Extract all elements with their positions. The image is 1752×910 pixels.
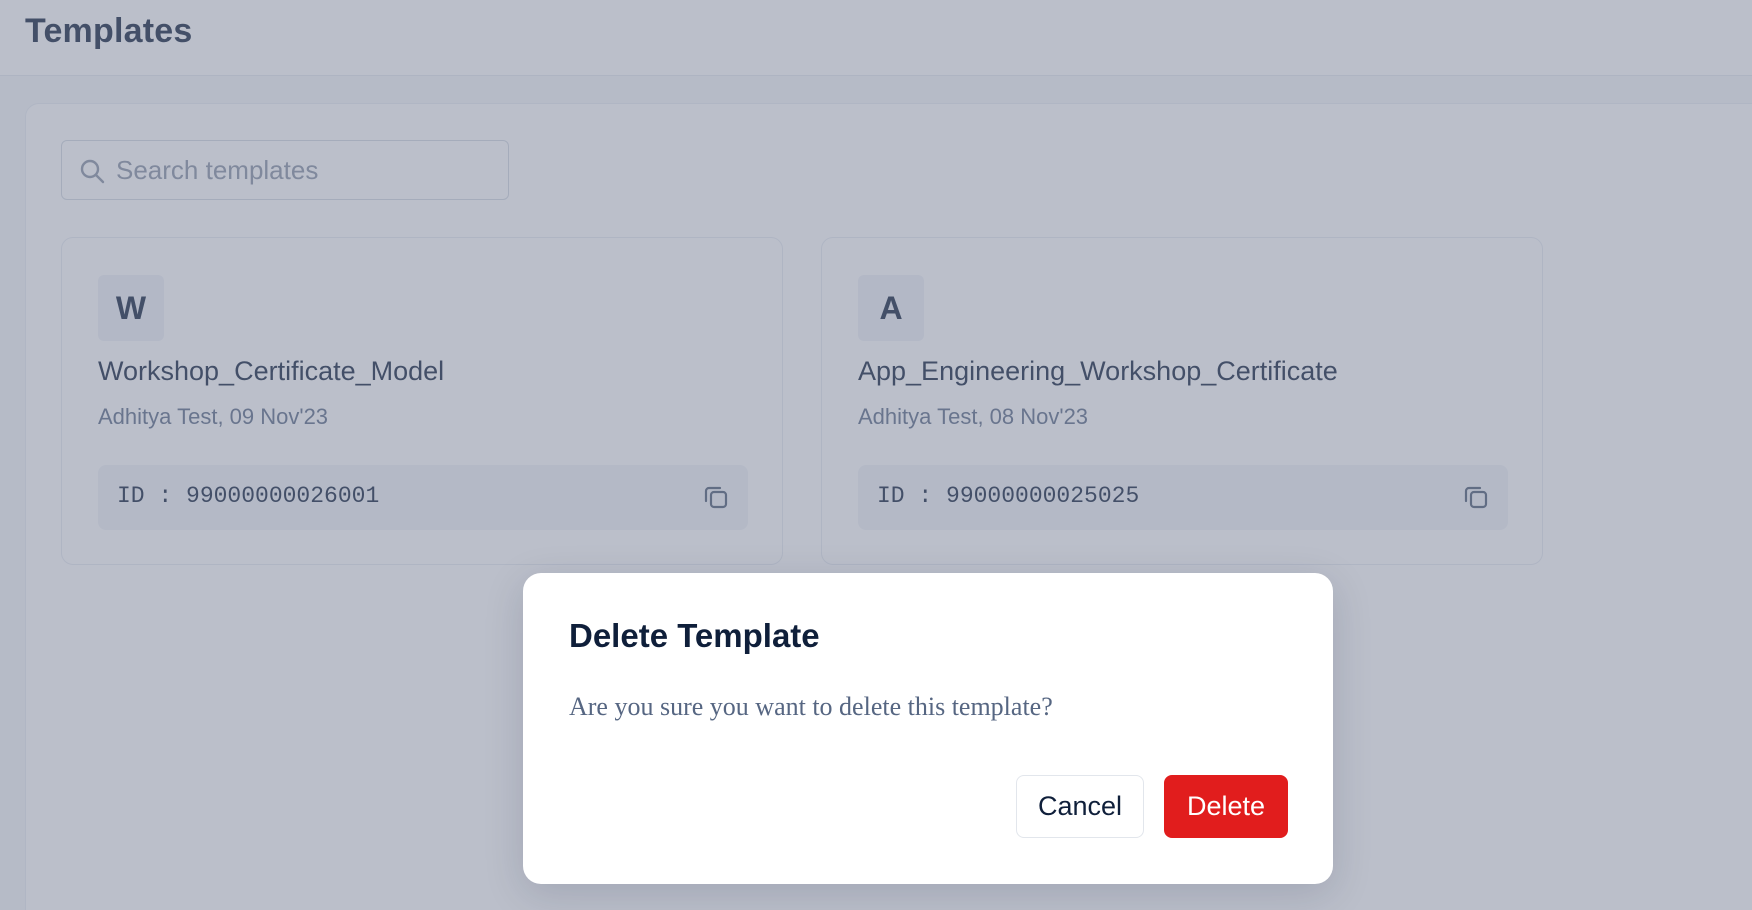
delete-template-dialog: Delete Template Are you sure you want to…: [523, 573, 1333, 884]
delete-button[interactable]: Delete: [1164, 775, 1288, 838]
dialog-title: Delete Template: [569, 617, 820, 654]
templates-page: Templates W Workshop_Certificate_Model A…: [0, 0, 1752, 910]
dialog-message: Are you sure you want to delete this tem…: [569, 692, 1053, 721]
cancel-button[interactable]: Cancel: [1016, 775, 1144, 838]
